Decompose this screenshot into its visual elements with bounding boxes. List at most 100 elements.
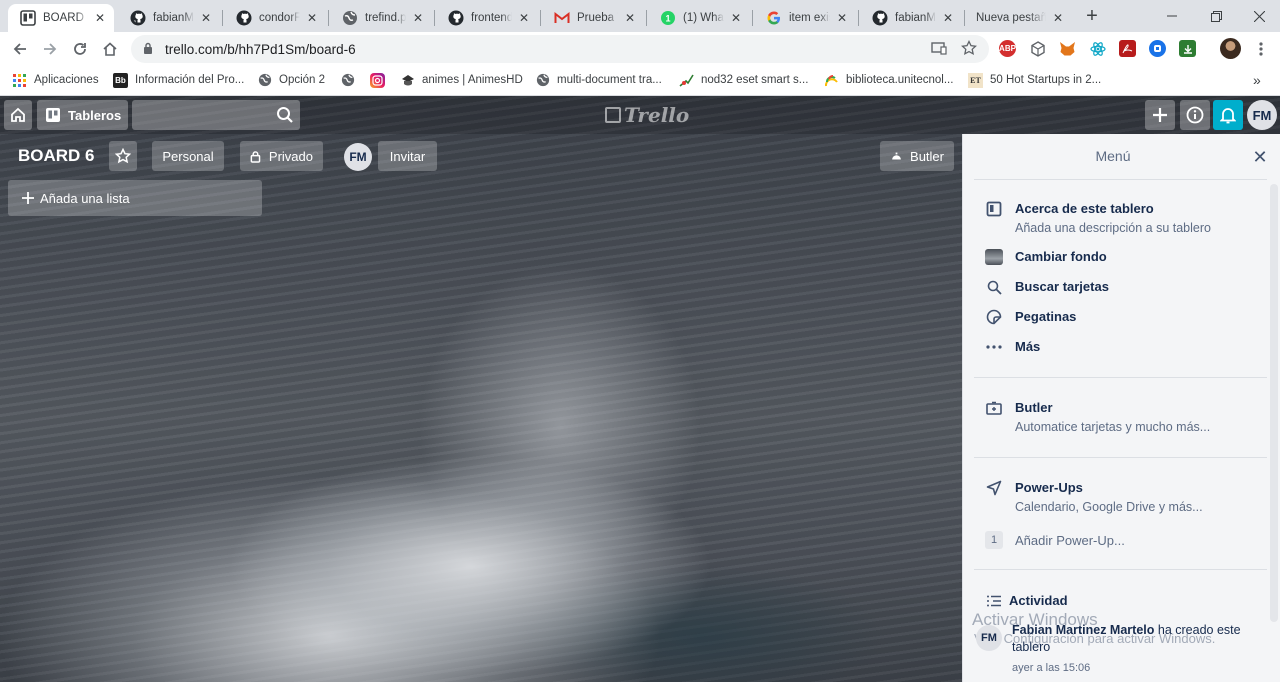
tab-trefind[interactable]: trefind.pr ✕ [330, 4, 432, 32]
tab-github-1[interactable]: fabianMM ✕ [118, 4, 220, 32]
tab-gmail[interactable]: Prueba T ✕ [542, 4, 644, 32]
bookmark-biblioteca[interactable]: biblioteca.unitecnol... [824, 71, 953, 89]
adblock-icon[interactable]: ABP [999, 40, 1016, 57]
bookmarks-overflow-button[interactable]: » [1253, 71, 1261, 89]
menu-item-search-cards[interactable]: Buscar tarjetas [985, 278, 1109, 296]
menu-item-more[interactable]: Más [985, 338, 1040, 356]
trello-logo-icon [605, 107, 621, 123]
tab-whatsapp[interactable]: 1 (1) What ✕ [648, 4, 750, 32]
boards-button[interactable]: Tableros [37, 100, 128, 130]
google-icon [766, 10, 782, 26]
tab-title: Prueba T [577, 12, 618, 24]
tab-github-3[interactable]: frontend ✕ [436, 4, 538, 32]
reload-icon[interactable] [67, 36, 93, 62]
minimize-icon[interactable] [1150, 0, 1194, 32]
menu-item-subtitle: Automatice tarjetas y mucho más... [1015, 420, 1211, 434]
tab-github-2[interactable]: condorFr ✕ [224, 4, 326, 32]
github-icon [448, 10, 464, 26]
tab-close-icon[interactable]: ✕ [940, 10, 956, 26]
window-close-icon[interactable] [1237, 0, 1280, 32]
tab-title: BOARD 6 [43, 12, 88, 24]
activity-section[interactable]: Actividad [985, 592, 1068, 610]
add-list-button[interactable]: Añada una lista [8, 180, 262, 216]
cube-extension-icon[interactable] [1029, 40, 1046, 57]
trello-logo[interactable]: Trello [605, 103, 690, 127]
bookmark-label: Información del Pro... [135, 74, 245, 86]
tab-google[interactable]: item exist ✕ [754, 4, 856, 32]
bookmark-star-icon[interactable] [961, 39, 977, 57]
tab-new-tab[interactable]: Nueva pestaña ✕ [966, 4, 1072, 32]
tab-title: trefind.pr [365, 12, 406, 24]
activity-avatar[interactable]: FM [976, 625, 1002, 651]
blue-extension-icon[interactable] [1149, 40, 1166, 57]
menu-item-change-background[interactable]: Cambiar fondo [985, 248, 1107, 266]
tab-close-icon[interactable]: ✕ [834, 10, 850, 26]
bookmark-apps[interactable]: Aplicaciones [12, 71, 99, 89]
home-icon[interactable] [97, 36, 123, 62]
activity-user[interactable]: Fabian Martinez Martelo [1012, 623, 1154, 637]
tab-close-icon[interactable]: ✕ [1050, 10, 1066, 26]
apps-icon [12, 73, 27, 88]
bookmark-globe[interactable] [340, 71, 362, 89]
tab-board-6[interactable]: BOARD 6 ✕ [8, 4, 114, 32]
butler-button[interactable]: Butler [880, 141, 954, 171]
close-icon[interactable]: ✕ [1250, 147, 1270, 167]
forward-icon[interactable] [37, 36, 63, 62]
download-extension-icon[interactable] [1179, 40, 1196, 57]
bookmark-label: animes | AnimesHD [422, 74, 523, 86]
new-tab-button[interactable]: + [1080, 5, 1104, 29]
bookmark-label: multi-document tra... [557, 74, 662, 86]
menu-item-about-board[interactable]: Acerca de este tablero Añada una descrip… [985, 200, 1211, 237]
visibility-button[interactable]: Privado [240, 141, 323, 171]
bookmark-animes[interactable]: animes | AnimesHD [400, 71, 523, 89]
pdf-icon[interactable] [1119, 40, 1136, 57]
star-board-button[interactable] [109, 141, 137, 171]
tab-close-icon[interactable]: ✕ [410, 10, 426, 26]
tab-close-icon[interactable]: ✕ [198, 10, 214, 26]
browser-menu-icon[interactable] [1248, 36, 1274, 62]
tab-github-4[interactable]: fabianMM ✕ [860, 4, 962, 32]
info-button[interactable] [1180, 100, 1210, 130]
board-title[interactable]: BOARD 6 [18, 146, 95, 166]
user-avatar[interactable]: FM [1247, 100, 1277, 130]
tab-close-icon[interactable]: ✕ [92, 10, 108, 26]
menu-item-stickers[interactable]: Pegatinas [985, 308, 1076, 326]
trello-logo-text: Trello [624, 103, 690, 127]
back-icon[interactable] [7, 36, 33, 62]
arc-icon [824, 73, 839, 88]
activity-time[interactable]: ayer a las 15:06 [1012, 662, 1090, 674]
cast-icon[interactable] [931, 39, 947, 57]
search-input[interactable] [132, 100, 300, 130]
tab-close-icon[interactable]: ✕ [622, 10, 638, 26]
bookmark-hot-startups[interactable]: ET 50 Hot Startups in 2... [968, 71, 1101, 89]
trello-header: Tableros Trello FM [0, 96, 1280, 134]
bookmark-opcion-2[interactable]: Opción 2 [257, 71, 325, 89]
tab-close-icon[interactable]: ✕ [516, 10, 532, 26]
bookmark-nod32[interactable]: nod32 eset smart s... [679, 71, 808, 89]
address-bar[interactable]: trello.com/b/hh7Pd1Sm/board-6 [131, 35, 989, 63]
create-button[interactable] [1145, 100, 1175, 130]
more-icon [985, 338, 1003, 356]
react-devtools-icon[interactable] [1089, 40, 1106, 57]
divider [974, 179, 1267, 180]
menu-scrollbar[interactable] [1270, 184, 1278, 622]
metamask-icon[interactable] [1059, 40, 1076, 57]
team-personal-button[interactable]: Personal [152, 141, 224, 171]
notifications-button[interactable] [1213, 100, 1243, 130]
tab-title: (1) What [683, 12, 724, 24]
profile-avatar-icon[interactable] [1220, 38, 1241, 59]
restore-icon[interactable] [1194, 0, 1238, 32]
bookmark-instagram[interactable] [370, 71, 392, 89]
bookmark-label: biblioteca.unitecnol... [846, 74, 954, 86]
search-icon[interactable] [276, 106, 294, 124]
menu-item-power-ups[interactable]: Power-Ups Calendario, Google Drive y más… [985, 479, 1203, 516]
bookmark-info-pro[interactable]: Bb Información del Pro... [113, 71, 244, 89]
home-button[interactable] [4, 100, 32, 130]
member-avatar[interactable]: FM [344, 143, 372, 171]
tab-close-icon[interactable]: ✕ [304, 10, 320, 26]
tab-close-icon[interactable]: ✕ [728, 10, 744, 26]
menu-item-butler[interactable]: Butler Automatice tarjetas y mucho más..… [985, 399, 1210, 436]
add-power-up-button[interactable]: 1 Añadir Power-Up... [985, 531, 1125, 549]
invite-button[interactable]: Invitar [378, 141, 437, 171]
bookmark-multi-document[interactable]: multi-document tra... [535, 71, 662, 89]
